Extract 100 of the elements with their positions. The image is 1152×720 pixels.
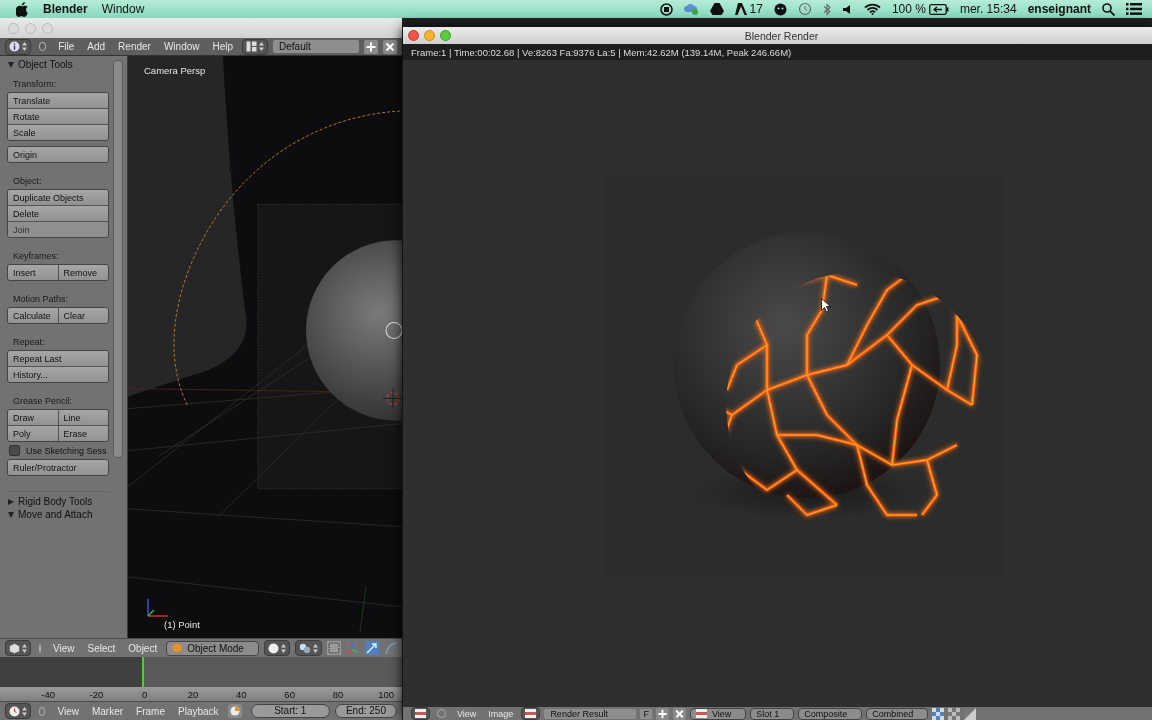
tool-button[interactable]: Draw [8,410,58,425]
slot-dropdown[interactable]: Slot 1 [750,707,795,720]
tool-button[interactable]: Remove [57,265,108,280]
battery-percent: 100 % [891,2,926,16]
tool-button[interactable]: Clear [57,308,108,323]
clock-text[interactable]: mer. 15:34 [959,2,1017,16]
tool-button[interactable]: Calculate [8,308,58,323]
header-menu[interactable]: View [49,642,79,654]
header-menu[interactable]: Marker [87,705,128,717]
frame-number: -40 [40,688,56,700]
tool-button[interactable]: Erase [57,426,108,441]
section-label: Object: [13,176,43,186]
app-menu[interactable]: Blender [43,2,88,16]
tool-button[interactable]: Rotate [8,109,108,124]
minimize-button[interactable] [424,30,435,41]
header-menu[interactable]: File [54,41,79,52]
section-label: Keyframes: [13,251,60,261]
tool-button[interactable]: Poly [8,426,58,441]
cloud-icon[interactable] [683,2,699,16]
tool-button[interactable]: Duplicate Objects [8,190,108,205]
view-dropdown[interactable]: View [689,707,747,720]
fake-user-button[interactable]: F [640,708,652,719]
editor-type-button[interactable] [5,703,31,719]
header-menu[interactable]: View [53,705,83,717]
header-menu[interactable]: Playback [174,705,223,717]
arc-icon[interactable] [383,641,398,655]
cube-icon [9,642,20,654]
close-button[interactable] [408,30,419,41]
render-layer-dropdown[interactable]: Composite [798,707,863,720]
scrollbar[interactable] [113,60,123,458]
layout-icon [246,41,258,52]
half-triangle-icon[interactable] [964,707,977,720]
tool-button[interactable]: Origin [8,147,108,162]
shading-button[interactable] [263,640,290,656]
tool-button[interactable]: Repeat Last [8,351,108,366]
preview-range-icon[interactable] [227,704,242,718]
apple-logo-icon[interactable] [16,1,29,17]
arrow-icon[interactable] [364,641,379,655]
editor-type-button[interactable] [5,38,31,55]
search-icon[interactable] [1102,2,1115,16]
mode-dropdown[interactable]: Object Mode [166,640,259,656]
close-icon[interactable] [672,707,686,720]
tool-button[interactable]: Delete [8,206,108,221]
checkbox[interactable] [9,445,20,456]
start-frame-field[interactable]: Start: 1 [250,704,330,718]
add-icon[interactable] [364,39,378,54]
browse-image-button[interactable] [521,707,541,720]
checker-icon[interactable] [932,707,945,720]
panel-header[interactable]: Move and Attach [8,508,110,521]
tool-button[interactable]: History... [8,367,108,382]
checkbox-label[interactable]: Use Sketching Sess [26,445,107,456]
user-name[interactable]: enseignant [1027,2,1091,16]
render-pass-dropdown[interactable]: Combined [866,707,929,720]
end-frame-field[interactable]: End: 250 [334,704,397,718]
list-icon[interactable] [1126,3,1142,15]
cube-icon [172,643,183,653]
pivot-button[interactable] [294,640,322,656]
header-menu[interactable]: Render [114,41,155,52]
header-menu[interactable]: Object [124,642,162,654]
header-menu[interactable]: Window [159,41,204,52]
axis-gizmo-icon [145,599,171,619]
tool-button[interactable]: Scale [8,125,108,140]
clock-icon[interactable] [797,2,812,16]
tool-button[interactable]: Insert [8,265,58,280]
header-menu[interactable]: Add [83,41,110,52]
battery-icon[interactable] [928,3,949,15]
add-icon[interactable] [655,707,669,720]
speaker-icon[interactable] [841,3,853,15]
section-label: Grease Pencil: [13,396,74,406]
mouse-pointer-icon [821,298,831,313]
tool-button[interactable]: Line [57,410,108,425]
tool-button[interactable]: Translate [8,93,108,108]
face-icon[interactable] [773,2,787,16]
zoom-button[interactable] [440,30,451,41]
header-menu[interactable]: Help [208,41,238,52]
header-menu[interactable]: View [453,708,481,719]
frame-number: 80 [331,688,345,700]
menu-item[interactable]: Window [101,2,145,16]
bluetooth-icon[interactable] [822,2,831,16]
clock-icon [9,705,20,717]
editor-type-button[interactable] [411,707,430,720]
tool-button[interactable]: Ruler/Protractor [8,460,108,475]
header-menu[interactable]: Select [83,642,120,654]
editor-type-button[interactable] [5,640,31,656]
dotted-box-icon[interactable] [326,641,341,655]
header-menu[interactable]: Frame [132,705,169,717]
view-name-label: Camera Persp [144,65,206,76]
image-icon [525,709,537,718]
circles-icon [298,642,311,654]
close-icon[interactable] [383,39,397,54]
record-icon[interactable] [659,2,673,16]
window-title: Blender Render [743,29,820,42]
header-menu[interactable]: Image [484,708,518,719]
layout-name-field[interactable]: Default [273,40,359,53]
panel-header[interactable]: Rigid Body Tools [8,495,110,508]
image-name-field[interactable]: Render Result [544,708,637,719]
panel-header[interactable]: Object Tools [8,58,110,71]
wifi-icon[interactable] [863,3,881,15]
screen-layout-button[interactable] [242,38,269,55]
checker-icon[interactable] [948,707,961,720]
